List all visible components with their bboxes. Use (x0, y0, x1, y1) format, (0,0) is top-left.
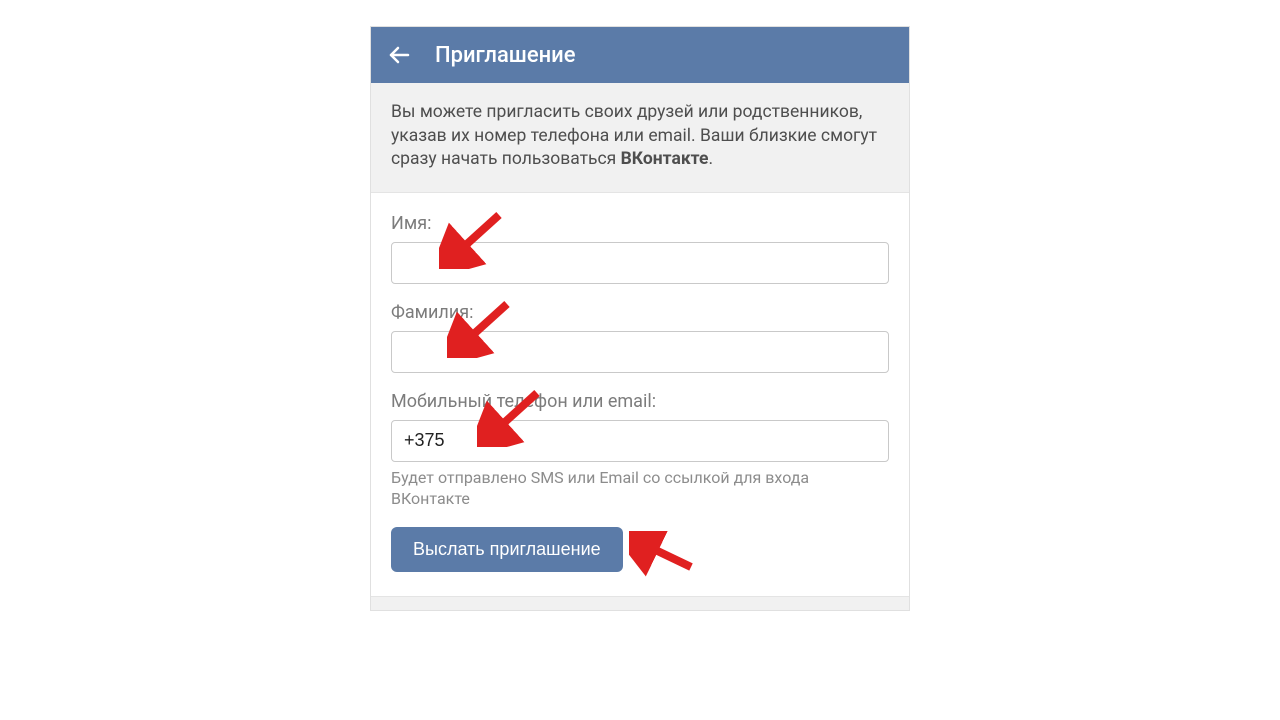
page-title: Приглашение (435, 43, 576, 68)
send-invitation-button[interactable]: Выслать приглашение (391, 527, 623, 572)
first-name-field: Имя: (391, 213, 889, 284)
app-header: Приглашение (371, 27, 909, 83)
contact-input[interactable] (391, 420, 889, 462)
last-name-input[interactable] (391, 331, 889, 373)
back-icon[interactable] (387, 43, 411, 67)
annotation-arrow-icon (629, 531, 699, 581)
first-name-label: Имя: (391, 213, 889, 234)
contact-hint: Будет отправлено SMS или Email со ссылко… (391, 468, 889, 510)
info-text: Вы можете пригласить своих друзей или ро… (391, 101, 889, 172)
invitation-form: Имя: Фамилия: Мобильный телефон или emai… (371, 193, 909, 597)
first-name-input[interactable] (391, 242, 889, 284)
last-name-field: Фамилия: (391, 302, 889, 373)
info-panel: Вы можете пригласить своих друзей или ро… (371, 83, 909, 193)
last-name-label: Фамилия: (391, 302, 889, 323)
footer-strip (371, 596, 909, 610)
info-text-bold: ВКонтакте (621, 149, 709, 169)
contact-label: Мобильный телефон или email: (391, 391, 889, 412)
contact-field: Мобильный телефон или email: Будет отпра… (391, 391, 889, 510)
invitation-screen: Приглашение Вы можете пригласить своих д… (370, 26, 910, 611)
info-text-suffix: . (708, 149, 713, 169)
